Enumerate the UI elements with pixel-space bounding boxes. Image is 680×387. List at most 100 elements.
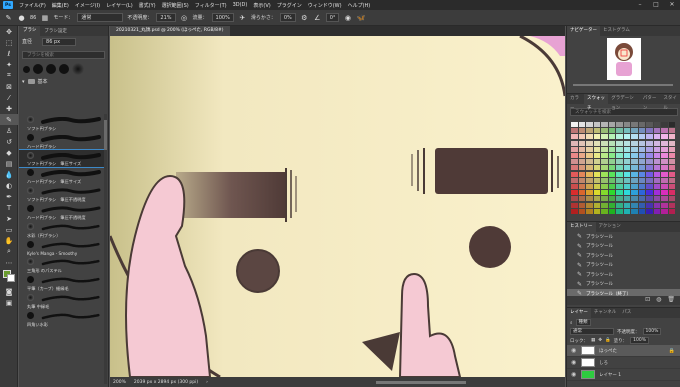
menu-image[interactable]: イメージ(I) <box>72 2 103 9</box>
color-swatch[interactable] <box>631 146 638 152</box>
brush-search-input[interactable]: ブラシを検索 <box>22 51 105 59</box>
color-swatch[interactable] <box>646 159 653 165</box>
airbrush-icon[interactable]: ✈ <box>238 13 247 22</box>
brush-preset[interactable]: 水彩（円ブラシ） <box>19 221 105 239</box>
color-swatch[interactable] <box>661 202 668 208</box>
recent-brush[interactable] <box>33 64 43 74</box>
color-swatch[interactable] <box>668 190 675 196</box>
color-swatch[interactable] <box>631 140 638 146</box>
color-swatch[interactable] <box>578 196 585 202</box>
color-swatch[interactable] <box>661 122 668 127</box>
color-swatch[interactable] <box>623 208 630 214</box>
color-swatch[interactable] <box>653 177 660 183</box>
color-swatch[interactable] <box>653 134 660 140</box>
color-swatch[interactable] <box>578 190 585 196</box>
history-state[interactable]: ✎ブラシツール <box>567 270 680 280</box>
color-swatch[interactable] <box>653 140 660 146</box>
brush-preset[interactable]: ハード円ブラシ 筆圧サイズ <box>19 167 105 185</box>
snapshot-icon[interactable]: ⊡ <box>645 296 650 305</box>
color-swatch[interactable] <box>646 128 653 134</box>
color-swatch[interactable] <box>638 171 645 177</box>
color-swatch[interactable] <box>646 190 653 196</box>
tab-gradients[interactable]: グラデーション <box>608 94 640 111</box>
color-swatch[interactable] <box>578 171 585 177</box>
brush-preset[interactable]: ハード円ブラシ <box>19 132 105 150</box>
color-swatch[interactable] <box>653 159 660 165</box>
color-swatch[interactable] <box>608 159 615 165</box>
color-swatch[interactable] <box>623 190 630 196</box>
pen-tool-icon[interactable]: ✒ <box>0 191 18 202</box>
color-swatch[interactable] <box>586 177 593 183</box>
recent-brush[interactable] <box>23 65 30 73</box>
tab-patterns[interactable]: パターン <box>640 94 660 111</box>
color-swatch[interactable] <box>668 159 675 165</box>
color-swatch[interactable] <box>661 152 668 158</box>
color-swatch[interactable] <box>608 202 615 208</box>
color-swatch[interactable] <box>631 196 638 202</box>
color-swatch[interactable] <box>646 171 653 177</box>
color-swatch[interactable] <box>646 177 653 183</box>
color-swatch[interactable] <box>616 171 623 177</box>
color-swatch[interactable] <box>616 165 623 171</box>
hand-tool-icon[interactable]: ✋ <box>0 235 18 246</box>
color-swatch[interactable] <box>586 183 593 189</box>
menu-window[interactable]: ウィンドウ(W) <box>305 2 345 9</box>
color-swatch[interactable] <box>593 140 600 146</box>
color-swatch[interactable] <box>668 171 675 177</box>
color-swatch[interactable] <box>631 202 638 208</box>
layer-name[interactable]: レイヤー 1 <box>599 372 621 378</box>
color-swatch[interactable] <box>668 177 675 183</box>
color-swatch[interactable] <box>638 208 645 214</box>
color-swatch[interactable] <box>578 183 585 189</box>
layer-name[interactable]: ほっぺた <box>599 348 617 354</box>
color-swatch[interactable] <box>571 140 578 146</box>
color-swatch[interactable] <box>653 165 660 171</box>
color-swatch[interactable] <box>638 196 645 202</box>
color-swatch[interactable] <box>653 208 660 214</box>
brush-preset-picker-icon[interactable]: ● <box>17 13 26 22</box>
color-swatch[interactable] <box>593 208 600 214</box>
color-swatch[interactable] <box>571 146 578 152</box>
tab-actions[interactable]: アクション <box>596 222 624 232</box>
blur-tool-icon[interactable]: 💧 <box>0 169 18 180</box>
color-swatch[interactable] <box>608 146 615 152</box>
color-swatch[interactable] <box>661 146 668 152</box>
menu-plugins[interactable]: プラグイン <box>274 2 305 9</box>
crop-tool-icon[interactable]: ⌗ <box>0 70 18 81</box>
color-swatch[interactable] <box>601 152 608 158</box>
path-select-tool-icon[interactable]: ➤ <box>0 213 18 224</box>
color-swatch[interactable] <box>571 190 578 196</box>
color-swatch[interactable] <box>661 171 668 177</box>
color-swatch[interactable] <box>638 177 645 183</box>
color-swatch[interactable] <box>638 183 645 189</box>
color-swatch[interactable] <box>668 128 675 134</box>
color-swatch[interactable] <box>601 146 608 152</box>
tab-layers[interactable]: レイヤー <box>567 308 591 318</box>
color-swatch[interactable] <box>601 140 608 146</box>
brush-tool-icon[interactable]: ✎ <box>0 114 18 125</box>
color-swatch[interactable] <box>623 202 630 208</box>
color-swatch[interactable] <box>571 152 578 158</box>
color-swatch[interactable] <box>601 190 608 196</box>
color-swatch[interactable] <box>631 122 638 127</box>
color-swatch[interactable] <box>571 196 578 202</box>
color-swatch[interactable] <box>601 128 608 134</box>
color-swatch[interactable] <box>616 128 623 134</box>
brush-preset[interactable]: Kyle's Manga - Smoothy <box>19 239 105 256</box>
menu-file[interactable]: ファイル(F) <box>16 2 49 9</box>
screen-mode-icon[interactable]: ▣ <box>0 297 18 308</box>
color-swatch[interactable] <box>631 152 638 158</box>
color-swatch[interactable] <box>623 140 630 146</box>
brush-preset[interactable]: 三角形 のパステル <box>19 256 105 274</box>
color-swatch[interactable] <box>646 183 653 189</box>
magic-wand-tool-icon[interactable]: ✦ <box>0 59 18 70</box>
recent-brush[interactable] <box>59 64 69 74</box>
color-swatch[interactable] <box>638 190 645 196</box>
color-swatch[interactable] <box>608 140 615 146</box>
tab-channels[interactable]: チャンネル <box>591 308 619 318</box>
color-swatch[interactable] <box>593 183 600 189</box>
color-swatch[interactable] <box>586 202 593 208</box>
color-swatch[interactable] <box>616 190 623 196</box>
color-swatch[interactable] <box>601 196 608 202</box>
color-swatch[interactable] <box>616 134 623 140</box>
